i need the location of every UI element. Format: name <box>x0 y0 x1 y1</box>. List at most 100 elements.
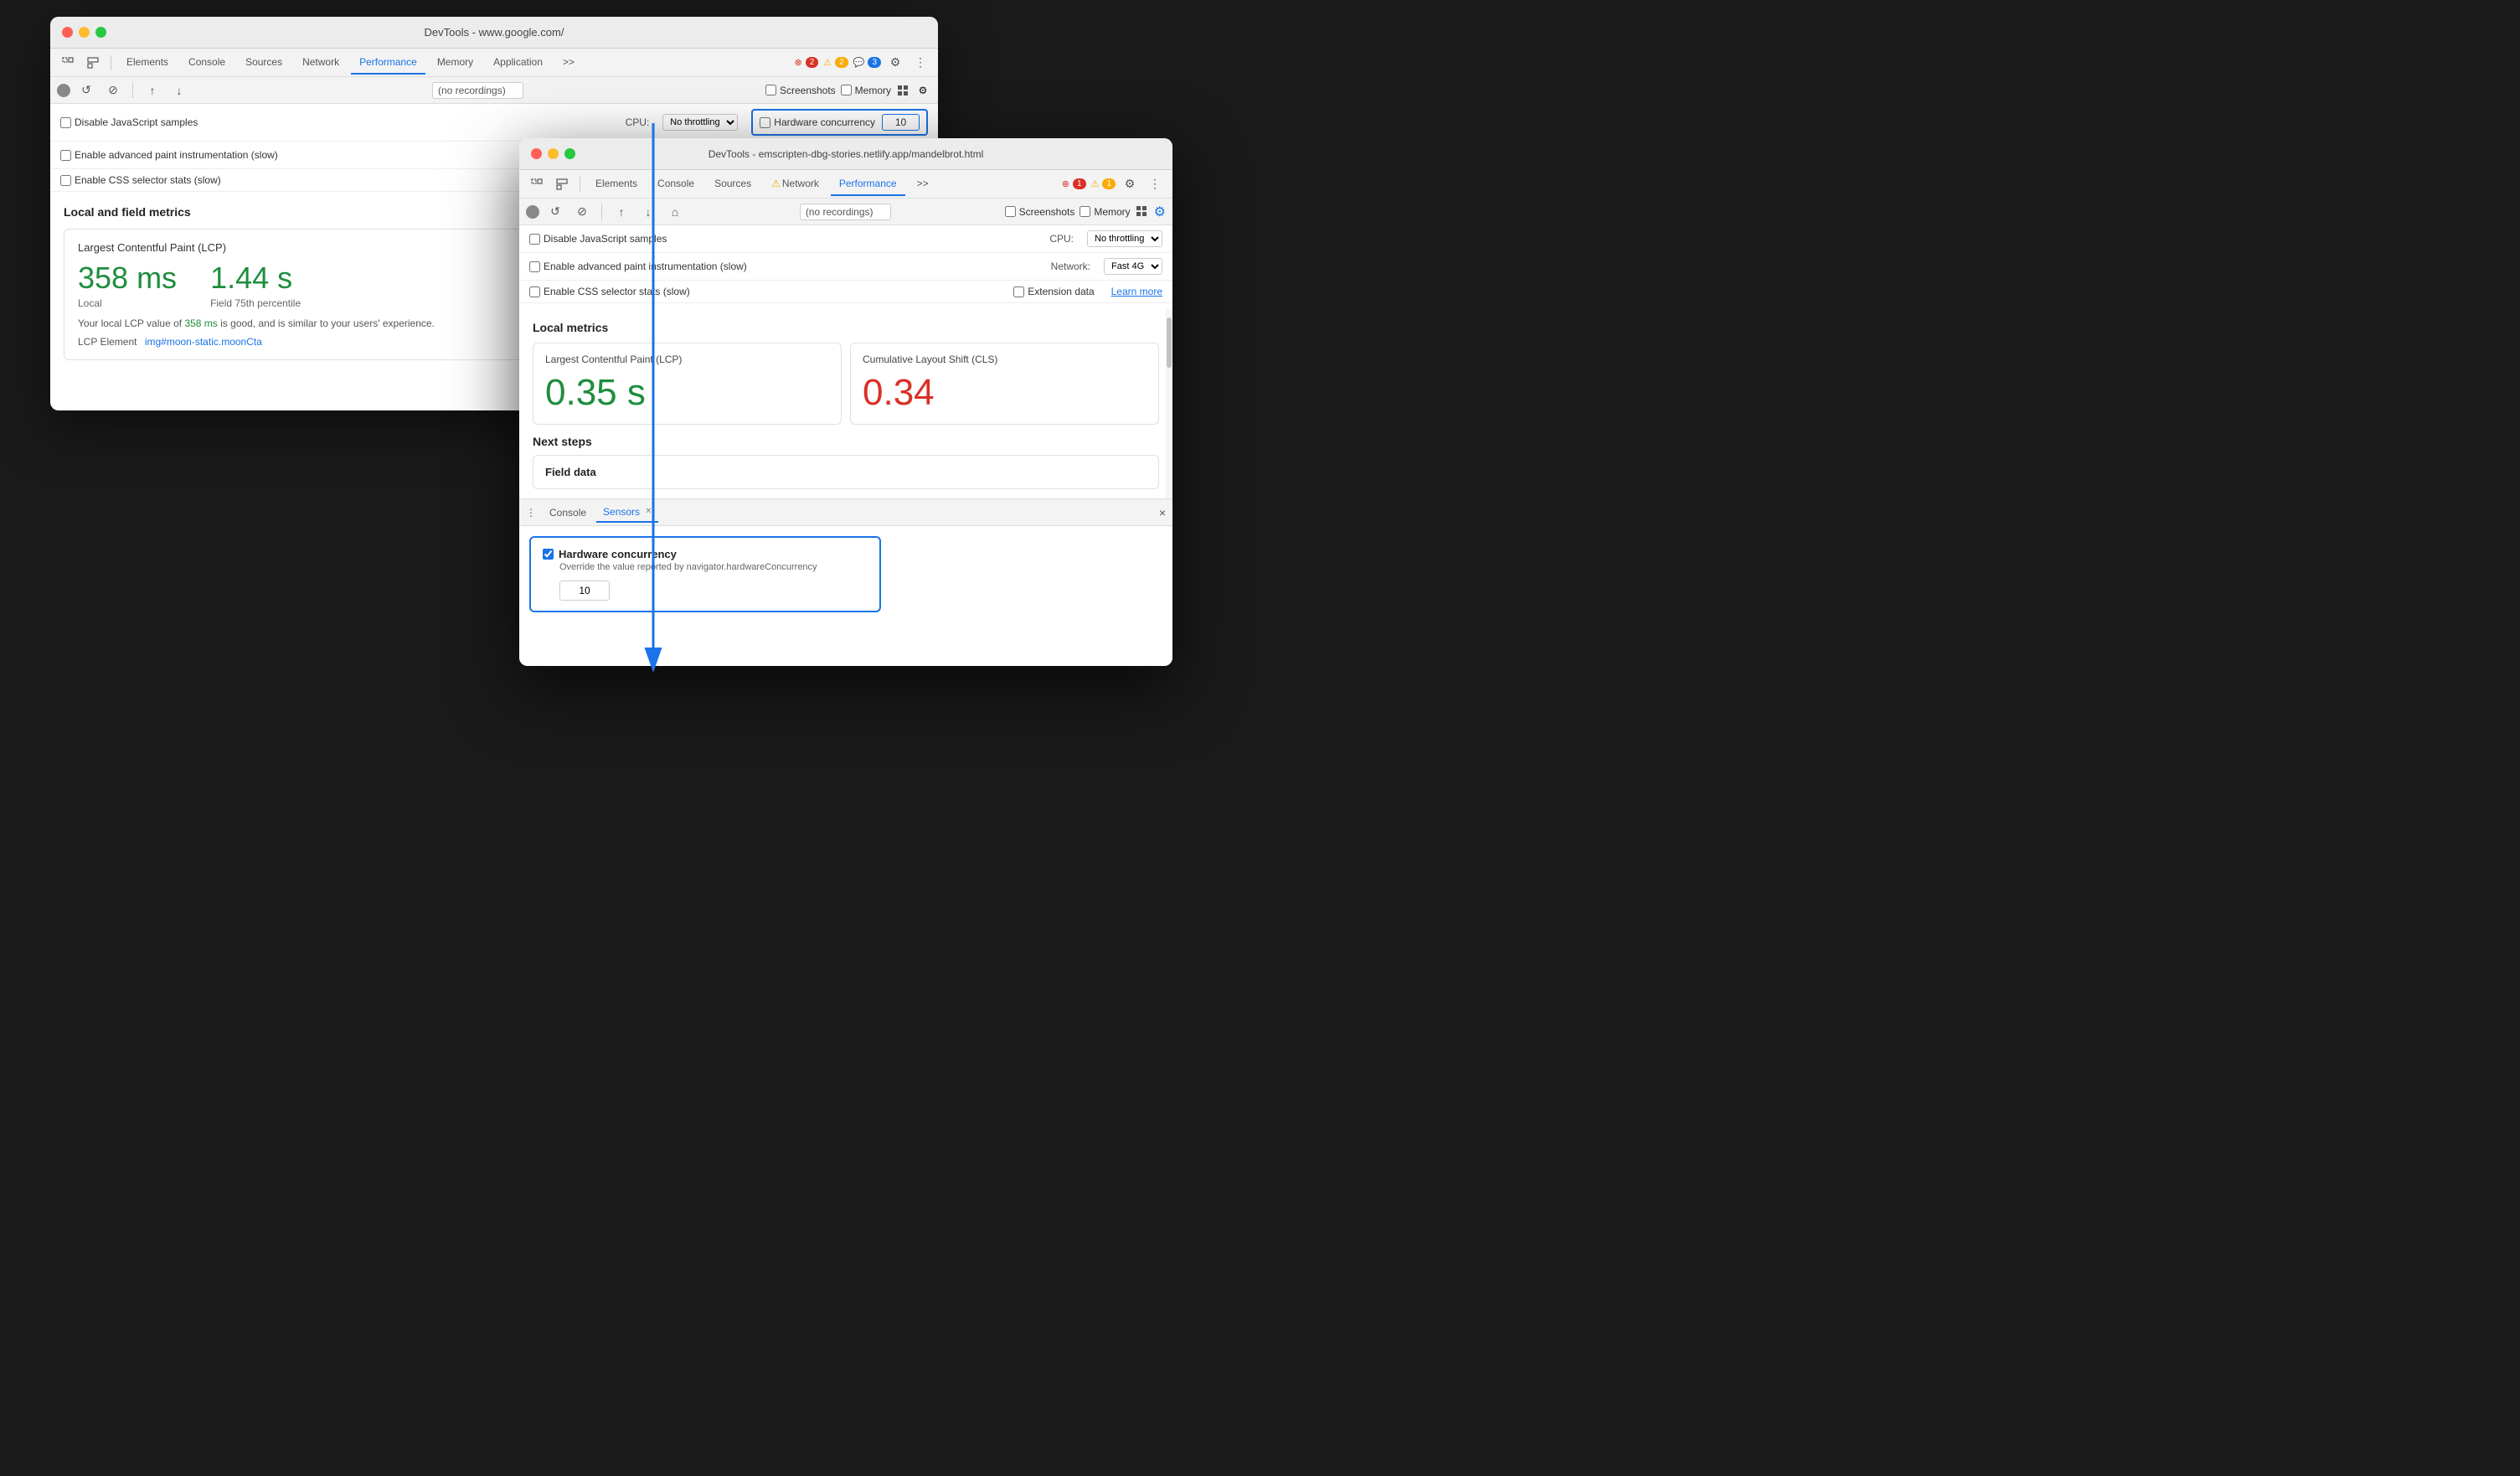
bg-tab-performance[interactable]: Performance <box>351 51 425 75</box>
front-metrics-row: Largest Contentful Paint (LCP) 0.35 s Cu… <box>533 343 1159 425</box>
bg-screenshots-checkbox[interactable] <box>765 85 776 95</box>
bg-screenshots-checkbox-label[interactable]: Screenshots <box>765 85 836 96</box>
front-screenshots-label[interactable]: Screenshots <box>1005 206 1075 218</box>
front-field-data-box: Field data <box>533 455 1159 489</box>
front-advanced-paint-checkbox[interactable] <box>529 261 540 272</box>
front-tab-sources[interactable]: Sources <box>706 173 760 196</box>
bg-tab-application[interactable]: Application <box>485 51 551 75</box>
front-stop-icon[interactable]: ⊘ <box>571 201 593 223</box>
front-panel-drag-handle[interactable]: ⋮ <box>526 507 536 519</box>
front-settings-blue-icon[interactable]: ⚙ <box>1154 204 1166 220</box>
bg-tab-elements[interactable]: Elements <box>118 51 177 75</box>
front-memory-label[interactable]: Memory <box>1080 206 1130 218</box>
front-scroll-thumb[interactable] <box>1167 317 1172 368</box>
front-network-select[interactable]: Fast 4G <box>1104 258 1162 275</box>
front-devtools-window: DevTools - emscripten-dbg-stories.netlif… <box>519 138 1172 666</box>
bg-settings-icon[interactable]: ⚙ <box>884 52 906 74</box>
front-hw-big-checkbox[interactable] <box>543 549 554 560</box>
front-badges: ⊗ 1 ⚠ 1 <box>1062 178 1116 189</box>
bg-disable-js-label[interactable]: Disable JavaScript samples <box>60 116 198 128</box>
front-extension-checkbox[interactable] <box>1013 286 1024 297</box>
front-cpu-select[interactable]: No throttling <box>1087 230 1162 247</box>
front-memory-checkbox[interactable] <box>1080 206 1090 217</box>
front-sensors-panel: ⋮ Console Sensors ✕ × Hardware concurren… <box>519 498 1172 666</box>
front-disable-js-checkbox[interactable] <box>529 234 540 245</box>
front-sensors-tab-close[interactable]: ✕ <box>645 507 652 516</box>
bg-record-btn[interactable] <box>57 84 70 97</box>
front-screenshots-checkbox[interactable] <box>1005 206 1016 217</box>
front-upload-icon[interactable]: ↑ <box>611 201 632 223</box>
front-console-tab[interactable]: Console <box>543 503 593 522</box>
bg-tab-memory[interactable]: Memory <box>429 51 482 75</box>
front-grid-icon[interactable] <box>1136 205 1149 219</box>
front-sensors-tab[interactable]: Sensors ✕ <box>596 503 658 523</box>
bg-cursor-icon[interactable] <box>57 52 79 74</box>
front-lcp-title: Largest Contentful Paint (LCP) <box>545 354 829 365</box>
bg-css-selector-checkbox[interactable] <box>60 175 71 186</box>
front-minimize-btn[interactable] <box>548 148 559 159</box>
bg-hw-checkbox-label[interactable]: Hardware concurrency <box>760 116 875 128</box>
front-error-count: 1 <box>1073 178 1086 189</box>
front-refresh-icon[interactable]: ↺ <box>544 201 566 223</box>
front-recording-bar: ↺ ⊘ ↑ ↓ ⌂ (no recordings) Screenshots Me… <box>519 199 1172 225</box>
front-css-selector-label[interactable]: Enable CSS selector stats (slow) <box>529 286 690 297</box>
bg-advanced-paint-checkbox[interactable] <box>60 150 71 161</box>
bg-lcp-element-label: LCP Element <box>78 336 137 348</box>
bg-tab-more[interactable]: >> <box>554 51 583 75</box>
bg-refresh-icon[interactable]: ↺ <box>75 80 97 101</box>
bg-minimize-btn[interactable] <box>79 27 90 38</box>
bg-close-btn[interactable] <box>62 27 73 38</box>
front-close-btn[interactable] <box>531 148 542 159</box>
front-disable-js-label[interactable]: Disable JavaScript samples <box>529 233 667 245</box>
bg-more-icon[interactable]: ⋮ <box>910 52 931 74</box>
front-tab-performance[interactable]: Performance <box>831 173 905 196</box>
bg-hw-checkbox[interactable] <box>760 117 770 128</box>
front-layout-icon[interactable] <box>551 173 573 195</box>
bg-layout-icon[interactable] <box>82 52 104 74</box>
front-tab-network[interactable]: ⚠ Network <box>763 173 827 196</box>
bg-tab-sources[interactable]: Sources <box>237 51 291 75</box>
front-settings-icon[interactable]: ⚙ <box>1119 173 1141 195</box>
front-home-icon[interactable]: ⌂ <box>664 201 686 223</box>
bg-tab-network[interactable]: Network <box>294 51 348 75</box>
front-tab-more[interactable]: >> <box>909 173 937 196</box>
front-tab-elements[interactable]: Elements <box>587 173 646 196</box>
front-cursor-icon[interactable] <box>526 173 548 195</box>
front-recordings-select[interactable]: (no recordings) <box>800 204 891 220</box>
bg-recordings-select[interactable]: (no recordings) <box>432 82 523 99</box>
front-learn-more-link[interactable]: Learn more <box>1111 286 1162 297</box>
bg-maximize-btn[interactable] <box>95 27 106 38</box>
bg-download-icon[interactable]: ↓ <box>168 80 190 101</box>
bg-css-selector-label[interactable]: Enable CSS selector stats (slow) <box>60 174 221 186</box>
bg-memory-checkbox[interactable] <box>841 85 852 95</box>
bg-advanced-paint-label[interactable]: Enable advanced paint instrumentation (s… <box>60 149 278 161</box>
front-more-icon[interactable]: ⋮ <box>1144 173 1166 195</box>
bg-lcp-local-value: 358 ms <box>78 261 177 296</box>
bg-lcp-field-value: 1.44 s <box>210 261 301 296</box>
front-download-icon[interactable]: ↓ <box>637 201 659 223</box>
front-screenshots-text: Screenshots <box>1019 206 1075 218</box>
bg-cpu-select[interactable]: No throttling <box>662 114 738 131</box>
front-tab-console[interactable]: Console <box>649 173 703 196</box>
bg-memory-checkbox-label[interactable]: Memory <box>841 85 891 96</box>
bg-disable-js-checkbox[interactable] <box>60 117 71 128</box>
bg-gear-icon[interactable]: ⚙ <box>915 82 931 99</box>
bg-upload-icon[interactable]: ↑ <box>142 80 163 101</box>
bg-info-count: 3 <box>868 57 881 68</box>
front-maximize-btn[interactable] <box>564 148 575 159</box>
bg-lcp-desc-rest: is good, and is similar to your users' e… <box>220 317 435 329</box>
bg-grid-icon[interactable] <box>896 84 910 97</box>
front-hw-big-input[interactable] <box>559 581 610 601</box>
front-css-selector-checkbox[interactable] <box>529 286 540 297</box>
front-advanced-paint-text: Enable advanced paint instrumentation (s… <box>544 261 747 272</box>
front-cls-value: 0.34 <box>863 372 1147 414</box>
front-extension-label[interactable]: Extension data <box>1013 286 1094 297</box>
front-record-btn[interactable] <box>526 205 539 219</box>
bg-stop-icon[interactable]: ⊘ <box>102 80 124 101</box>
front-advanced-paint-label[interactable]: Enable advanced paint instrumentation (s… <box>529 261 747 272</box>
front-panel-close-btn[interactable]: × <box>1159 506 1166 519</box>
front-lcp-value: 0.35 s <box>545 372 829 414</box>
bg-tab-console[interactable]: Console <box>180 51 234 75</box>
bg-hw-input[interactable] <box>882 114 920 131</box>
bg-options-row-1: Disable JavaScript samples CPU: No throt… <box>50 104 938 142</box>
